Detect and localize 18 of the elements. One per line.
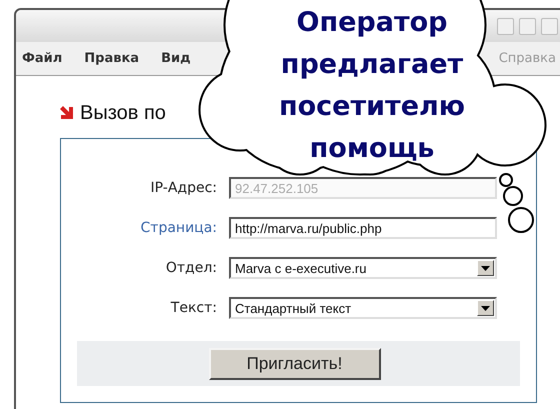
- maximize-icon[interactable]: [519, 18, 536, 35]
- field-label: IP-Адрес:: [150, 180, 217, 196]
- callout-text: Оператор предлагает посетителю помощь: [278, 7, 466, 164]
- minimize-icon[interactable]: [497, 18, 514, 35]
- close-icon[interactable]: [541, 18, 558, 35]
- page-heading: Вызов по: [80, 102, 166, 124]
- arrow-icon: [60, 106, 74, 120]
- menu-item[interactable]: Правка: [84, 51, 140, 66]
- menu-item[interactable]: Вид: [161, 51, 191, 66]
- input-field[interactable]: http://marva.ru/public.php: [229, 217, 497, 239]
- page-link-label[interactable]: Страница:: [140, 220, 217, 236]
- menu-item[interactable]: Файл: [22, 51, 62, 66]
- dropdown[interactable]: Стандартный текст: [229, 297, 497, 319]
- field-label: Отдел:: [166, 260, 217, 276]
- dropdown[interactable]: Marva с e-executive.ru: [229, 257, 497, 279]
- field-label: Текст:: [170, 300, 217, 316]
- thought-bubble-icon: [499, 173, 534, 233]
- invite-button[interactable]: Пригласить!: [208, 348, 380, 380]
